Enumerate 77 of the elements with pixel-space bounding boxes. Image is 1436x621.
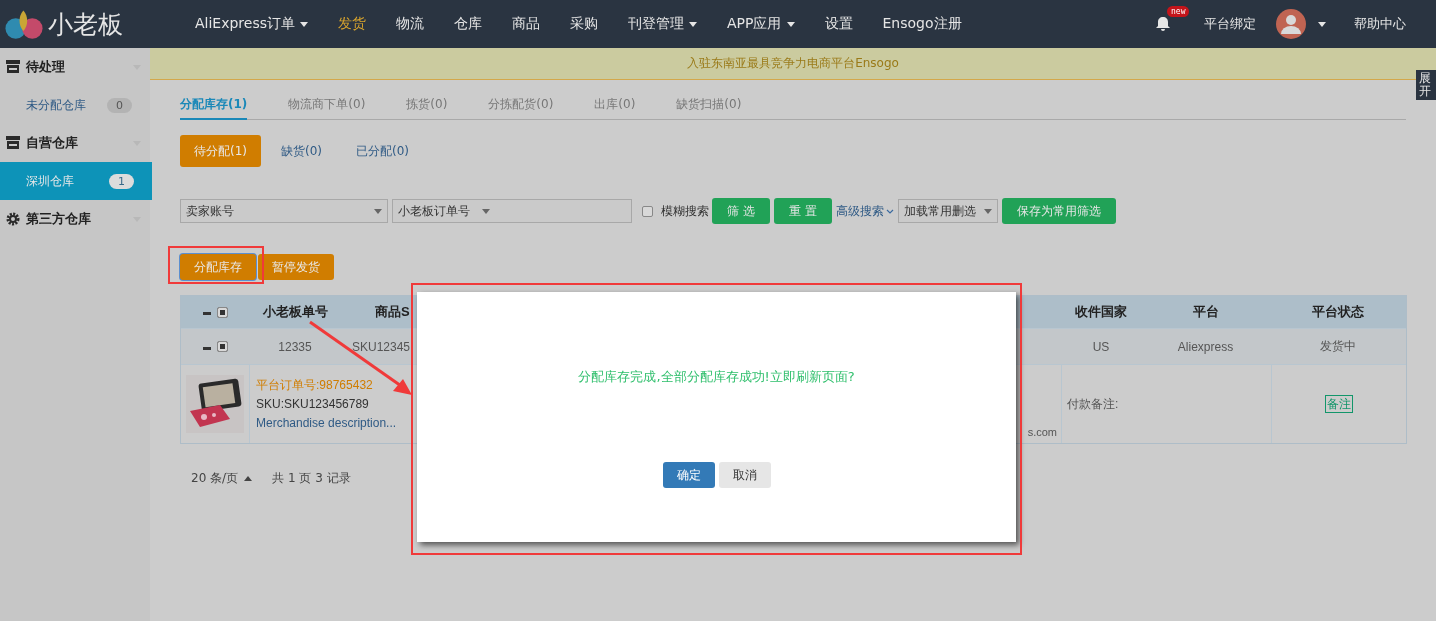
column-header: 小老板单号 [261,303,329,321]
caret-icon [244,476,253,481]
nav-item[interactable]: 刊登管理 [613,15,713,33]
tab[interactable]: 出库(0) [594,92,636,119]
confirm-button[interactable]: 确定 [662,462,715,488]
store-icon [5,59,21,75]
seller-select[interactable]: 卖家账号 [180,199,388,223]
column-header: 商品S [374,303,411,321]
sidebar-group[interactable]: 自营仓库 [0,124,150,162]
nav-item[interactable]: 发货 [323,15,382,33]
table-cell-text: 发货中 [1319,338,1357,355]
caret-icon [689,21,698,27]
caret-icon [482,208,490,214]
caret-icon [983,208,992,214]
nav-item[interactable]: APP应用 [712,15,810,33]
avatar-icon [1276,9,1306,39]
caret-icon [300,21,309,27]
logo-icon [4,8,44,40]
table-cell-text: 12335 [277,339,313,354]
page-size-select[interactable]: 20 条/页 [191,470,239,487]
gear-icon [5,211,21,227]
count-badge: 1 [109,173,134,189]
product-description-link[interactable]: Merchandise description... [256,413,397,433]
sku-text: SKU:SKU123456789 [256,395,370,413]
nav-item[interactable]: 采购 [555,15,614,33]
new-badge: new [1167,6,1190,17]
nav-item[interactable]: Ensogo注册 [867,15,977,33]
column-header: 收件国家 [1074,303,1128,321]
tab[interactable]: 分拣配货(0) [488,92,554,119]
sidebar-group-label: 待处理 [26,58,65,76]
sidebar-item[interactable]: 未分配仓库 0 [0,86,150,124]
nav-item[interactable]: 物流 [381,15,440,33]
caret-icon [786,21,795,27]
sidebar-group-label: 第三方仓库 [26,210,91,228]
help-center-link[interactable]: 帮助中心 [1354,15,1406,33]
platform-bind-link[interactable]: 平台绑定 [1204,15,1256,33]
advanced-search-link[interactable]: 高级搜索 [835,202,884,220]
sidebar-item[interactable]: 深圳仓库 1 [0,162,152,200]
expand-tab[interactable]: 展开 [1416,70,1436,101]
caret-icon [374,208,382,214]
caret-icon [1318,21,1326,27]
column-header: 平台 [1191,303,1220,321]
sidebar-group-label: 自营仓库 [26,134,78,152]
bell-icon [1156,16,1170,32]
nav-item[interactable]: 商品 [497,15,556,33]
sidebar-group[interactable]: 待处理 [0,48,150,86]
payment-note-label: 付款备注: [1067,395,1119,413]
sidebar-item-label: 深圳仓库 [26,172,74,190]
platform-order-number: 平台订单号:98765432 [256,376,374,394]
tab[interactable]: 物流商下单(0) [288,92,366,119]
column-header: 平台状态 [1311,303,1365,321]
subtab[interactable]: 已分配(0) [342,135,423,167]
chevron-icon [885,208,894,214]
nav-item[interactable]: 仓库 [439,15,498,33]
table-cell-text: Aliexpress [1176,339,1235,354]
sidebar-item-label: 未分配仓库 [26,96,86,114]
cancel-button[interactable]: 取消 [718,462,771,488]
page-summary: 共 1 页 3 记录 [272,470,351,487]
dialog-message: 分配库存完成,全部分配库存成功!立即刷新页面? [578,368,855,386]
subtab[interactable]: 缺货(0) [267,135,336,167]
checkbox[interactable] [642,205,653,217]
tab[interactable]: 缺货扫描(0) [676,92,742,119]
checkbox[interactable] [216,341,228,352]
email-text: s.com [1027,426,1057,438]
sidebar-group[interactable]: 第三方仓库 [0,200,150,238]
logo-text: 小老板 [48,8,123,41]
count-badge: 0 [107,97,132,113]
order-type-select[interactable]: 小老板订单号 [392,199,632,223]
nav-item[interactable]: 设置 [809,15,868,33]
table-cell-text: US [1091,339,1111,354]
store-icon [5,135,21,151]
saved-filter-select[interactable]: 加载常用删选 [897,199,998,223]
table-cell-text: SKU12345 [351,339,412,354]
checkbox-label: 模糊搜索 [661,202,709,220]
nav-item[interactable]: AliExpress订单 [180,15,324,33]
checkbox[interactable] [216,306,228,318]
tab[interactable]: 拣货(0) [406,92,448,119]
